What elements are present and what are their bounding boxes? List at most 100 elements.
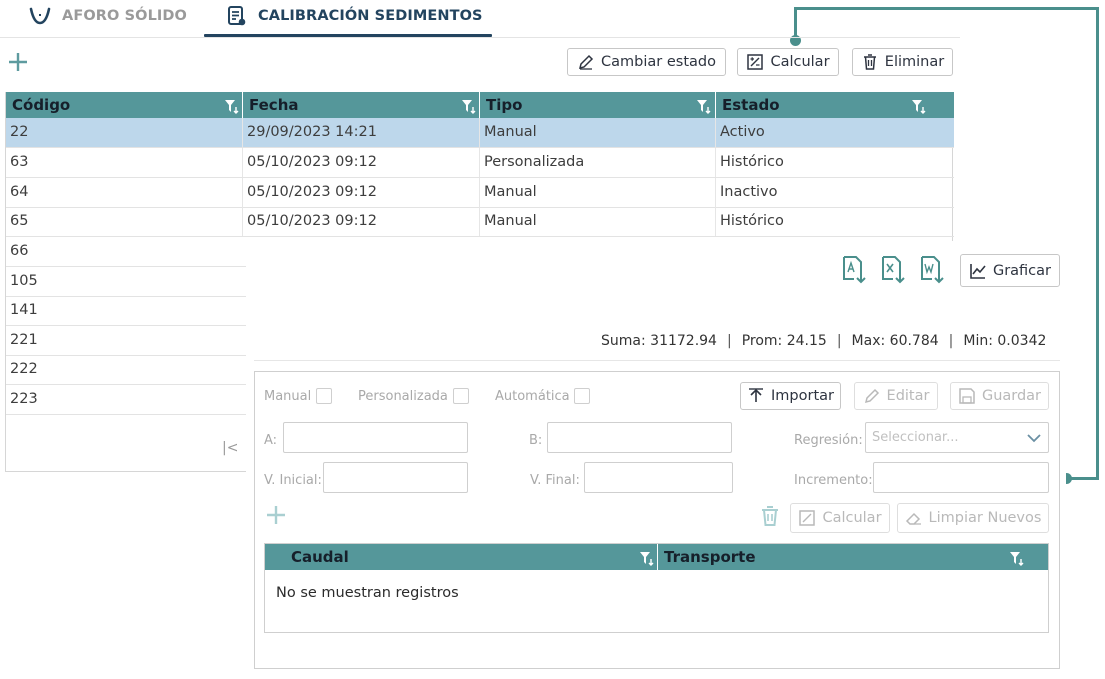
trash-icon[interactable]	[759, 505, 781, 527]
v-inicial-label: V. Inicial:	[264, 473, 322, 488]
connector-line-top	[794, 7, 1099, 10]
cell-tipo: Personalizada	[480, 148, 716, 177]
export-word-icon[interactable]	[920, 255, 946, 285]
column-header-estado-label: Estado	[722, 96, 780, 114]
line-chart-icon	[970, 263, 986, 279]
pager-first-button[interactable]: |<	[222, 440, 238, 456]
regresion-select[interactable]: Seleccionar...	[865, 422, 1049, 453]
cell-estado: Inactivo	[720, 184, 778, 200]
eraser-icon	[905, 512, 921, 525]
cell-codigo: 65	[6, 207, 243, 236]
limpiar-nuevos-button[interactable]: Limpiar Nuevos	[897, 503, 1049, 533]
automatica-label: Automática	[495, 389, 570, 404]
cell-codigo: 22	[6, 118, 243, 147]
tab-calibracion-sedimentos[interactable]: CALIBRACIÓN SEDIMENTOS	[226, 0, 483, 32]
automatica-checkbox[interactable]	[574, 388, 590, 404]
b-label: B:	[529, 433, 543, 448]
filter-icon[interactable]	[696, 98, 712, 114]
calcular-button[interactable]: Calcular	[737, 48, 839, 76]
stat-suma-label: Suma:	[601, 333, 646, 349]
cell-codigo: 141	[10, 302, 38, 318]
filter-icon[interactable]	[639, 550, 655, 566]
column-header-fecha[interactable]: Fecha	[243, 92, 480, 118]
tab-aforo-solido[interactable]: AFORO SÓLIDO	[28, 0, 187, 32]
subgrid-header: Caudal Transporte	[265, 544, 1048, 570]
editar-button[interactable]: Editar	[854, 382, 938, 410]
wave-icon	[29, 7, 51, 25]
a-label: A:	[264, 433, 278, 448]
personalizada-checkbox[interactable]	[453, 388, 469, 404]
calculator-percent-icon	[747, 54, 764, 70]
stat-separator: |	[726, 333, 732, 349]
table-row[interactable]: 65 05/10/2023 09:12 Manual Histórico	[6, 207, 954, 237]
stat-max-value: 60.784	[889, 333, 939, 349]
cell-codigo: 223	[10, 391, 38, 407]
cambiar-estado-label: Cambiar estado	[601, 54, 716, 70]
export-pdf-icon[interactable]	[842, 255, 868, 285]
v-inicial-input[interactable]	[323, 462, 468, 493]
pencil-icon	[864, 388, 879, 404]
connector-line-right	[1096, 7, 1099, 480]
cell-fecha: 05/10/2023 09:12	[243, 207, 480, 236]
column-header-tipo-label: Tipo	[486, 96, 523, 114]
table-row[interactable]: 63 05/10/2023 09:12 Personalizada Histór…	[6, 148, 954, 178]
cell-estado: Histórico	[720, 154, 784, 170]
a-input[interactable]	[283, 422, 468, 453]
cell-estado: Histórico	[720, 213, 784, 229]
stat-separator: |	[836, 333, 842, 349]
stat-separator: |	[948, 333, 954, 349]
importar-label: Importar	[771, 388, 834, 404]
cell-fecha: 05/10/2023 09:12	[243, 178, 480, 207]
column-header-caudal[interactable]: Caudal	[265, 544, 658, 570]
stat-max: Max: 60.784	[852, 333, 939, 349]
export-excel-icon[interactable]	[881, 255, 907, 285]
pencil-icon	[578, 54, 594, 70]
table-row[interactable]: 64 05/10/2023 09:12 Manual Inactivo	[6, 178, 954, 208]
eliminar-button[interactable]: Eliminar	[852, 48, 953, 76]
stat-min-value: 0.0342	[997, 333, 1047, 349]
calcular-regresion-label: Calcular	[822, 510, 882, 526]
stat-prom: Prom: 24.15	[742, 333, 827, 349]
filter-icon[interactable]	[224, 98, 240, 114]
manual-checkbox[interactable]	[316, 388, 332, 404]
table-row[interactable]: 22 29/09/2023 14:21 Manual Activo	[6, 118, 954, 148]
column-header-tipo[interactable]: Tipo	[480, 92, 716, 118]
stat-prom-value: 24.15	[786, 333, 827, 349]
add-icon[interactable]	[7, 51, 29, 73]
filter-icon[interactable]	[461, 98, 477, 114]
column-header-transporte-label: Transporte	[664, 548, 756, 566]
chevron-down-icon	[1027, 434, 1041, 443]
add-row-icon[interactable]	[265, 504, 287, 526]
filter-icon[interactable]	[1009, 550, 1025, 566]
stats-divider	[254, 360, 1060, 361]
incremento-input[interactable]	[873, 462, 1049, 493]
cell-codigo: 221	[10, 332, 38, 348]
stat-suma: Suma: 31172.94	[601, 333, 717, 349]
column-header-estado[interactable]: Estado	[716, 92, 954, 118]
cambiar-estado-button[interactable]: Cambiar estado	[567, 48, 726, 76]
filter-icon[interactable]	[911, 98, 927, 114]
stat-min-label: Min:	[963, 333, 993, 349]
tab-aforo-solido-label: AFORO SÓLIDO	[62, 8, 187, 24]
importar-button[interactable]: Importar	[740, 382, 841, 410]
calcular-regresion-button[interactable]: Calcular	[790, 503, 890, 533]
grid-header: Código Fecha Tipo Estado	[6, 92, 954, 118]
stat-max-label: Max:	[851, 333, 886, 349]
cell-tipo: Manual	[480, 207, 716, 236]
calculator-percent-icon	[799, 510, 816, 526]
personalizada-label: Personalizada	[358, 389, 448, 404]
cell-codigo: 64	[6, 178, 243, 207]
tab-calibracion-sedimentos-label: CALIBRACIÓN SEDIMENTOS	[258, 8, 483, 24]
cell-tipo: Manual	[480, 118, 716, 147]
document-calibration-icon	[228, 6, 246, 26]
column-header-transporte[interactable]: Transporte	[658, 544, 1048, 570]
b-input[interactable]	[547, 422, 732, 453]
v-final-input[interactable]	[584, 462, 733, 493]
guardar-button[interactable]: Guardar	[950, 382, 1049, 410]
cell-codigo: 105	[10, 273, 38, 289]
column-header-codigo[interactable]: Código	[6, 92, 243, 118]
graficar-label: Graficar	[992, 262, 1052, 279]
graficar-button[interactable]: Graficar	[960, 254, 1060, 287]
cell-tipo: Manual	[480, 178, 716, 207]
cell-estado: Activo	[720, 124, 765, 140]
